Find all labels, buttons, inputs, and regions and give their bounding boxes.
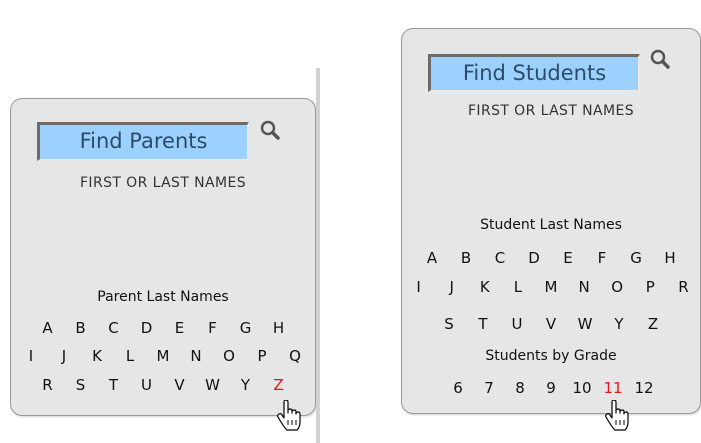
student-letter-l[interactable]: L	[501, 278, 534, 296]
search-icon[interactable]	[649, 48, 671, 70]
student-letter-g[interactable]: G	[619, 249, 653, 267]
parent-last-names-title: Parent Last Names	[97, 289, 229, 305]
student-letter-y[interactable]: Y	[602, 315, 636, 333]
parent-letters-row-2: I J K L M N O P Q	[11, 347, 315, 365]
student-letter-w[interactable]: W	[568, 315, 602, 333]
parent-letter-h[interactable]: H	[262, 319, 295, 337]
parent-letter-l[interactable]: L	[114, 347, 147, 365]
student-letters-row-2: I J K L M N O P R	[402, 278, 700, 296]
parent-letter-p[interactable]: P	[246, 347, 279, 365]
student-letters-row-1: A B C D E F G H	[402, 249, 700, 267]
student-letter-n[interactable]: N	[568, 278, 601, 296]
student-letter-a[interactable]: A	[415, 249, 449, 267]
parent-letter-s[interactable]: S	[64, 376, 97, 394]
grade-9[interactable]: 9	[536, 379, 567, 397]
find-students-button[interactable]: Find Students	[428, 54, 640, 92]
student-letter-k[interactable]: K	[468, 278, 501, 296]
student-letter-b[interactable]: B	[449, 249, 483, 267]
parent-letter-r[interactable]: R	[31, 376, 64, 394]
grade-6[interactable]: 6	[443, 379, 474, 397]
parent-letters-row-1: A B C D E F G H	[11, 319, 315, 337]
student-letter-i[interactable]: I	[402, 278, 435, 296]
parent-letter-u[interactable]: U	[130, 376, 163, 394]
parent-letter-d[interactable]: D	[130, 319, 163, 337]
student-letter-s[interactable]: S	[432, 315, 466, 333]
parent-letter-t[interactable]: T	[97, 376, 130, 394]
grade-11[interactable]: 11	[598, 379, 629, 397]
student-letter-j[interactable]: J	[435, 278, 468, 296]
parent-letter-i[interactable]: I	[15, 347, 48, 365]
student-letter-c[interactable]: C	[483, 249, 517, 267]
student-letter-f[interactable]: F	[585, 249, 619, 267]
parent-letter-a[interactable]: A	[31, 319, 64, 337]
name-search-hint: FIRST OR LAST NAMES	[79, 175, 247, 191]
parent-letter-g[interactable]: G	[229, 319, 262, 337]
find-parents-panel: Find Parents FIRST OR LAST NAMES Parent …	[10, 98, 316, 416]
parent-letter-n[interactable]: N	[180, 347, 213, 365]
parent-letter-y[interactable]: Y	[229, 376, 262, 394]
grade-10[interactable]: 10	[567, 379, 598, 397]
student-letters-row-3: S T U V W Y Z	[402, 315, 700, 333]
student-letter-t[interactable]: T	[466, 315, 500, 333]
parent-letter-j[interactable]: J	[48, 347, 81, 365]
parent-letter-z[interactable]: Z	[262, 376, 295, 394]
grade-12[interactable]: 12	[629, 379, 660, 397]
parent-letter-v[interactable]: V	[163, 376, 196, 394]
grade-8[interactable]: 8	[505, 379, 536, 397]
parent-letter-o[interactable]: O	[213, 347, 246, 365]
find-students-panel: Find Students FIRST OR LAST NAMES Studen…	[401, 28, 701, 414]
student-letter-z[interactable]: Z	[636, 315, 670, 333]
parent-letter-f[interactable]: F	[196, 319, 229, 337]
students-by-grade-title: Students by Grade	[485, 348, 617, 364]
name-search-hint: FIRST OR LAST NAMES	[467, 103, 635, 119]
panel-divider	[316, 68, 320, 443]
student-letter-v[interactable]: V	[534, 315, 568, 333]
parent-letter-q[interactable]: Q	[279, 347, 312, 365]
parent-letter-m[interactable]: M	[147, 347, 180, 365]
student-letter-p[interactable]: P	[634, 278, 667, 296]
student-last-names-title: Student Last Names	[480, 217, 622, 233]
student-letter-h[interactable]: H	[653, 249, 687, 267]
student-letter-e[interactable]: E	[551, 249, 585, 267]
parent-letter-k[interactable]: K	[81, 347, 114, 365]
parent-letter-c[interactable]: C	[97, 319, 130, 337]
grade-row: 6 7 8 9 10 11 12	[402, 379, 700, 397]
parent-letter-w[interactable]: W	[196, 376, 229, 394]
student-letter-o[interactable]: O	[601, 278, 634, 296]
student-letter-m[interactable]: M	[534, 278, 567, 296]
student-letter-u[interactable]: U	[500, 315, 534, 333]
parent-letters-row-3: R S T U V W Y Z	[11, 376, 315, 394]
parent-letter-b[interactable]: B	[64, 319, 97, 337]
student-letter-d[interactable]: D	[517, 249, 551, 267]
parent-letter-e[interactable]: E	[163, 319, 196, 337]
hand-pointer-icon	[277, 400, 301, 431]
hand-pointer-icon	[605, 400, 629, 431]
find-parents-button[interactable]: Find Parents	[37, 122, 249, 161]
student-letter-r[interactable]: R	[667, 278, 700, 296]
grade-7[interactable]: 7	[474, 379, 505, 397]
search-icon[interactable]	[259, 119, 281, 141]
